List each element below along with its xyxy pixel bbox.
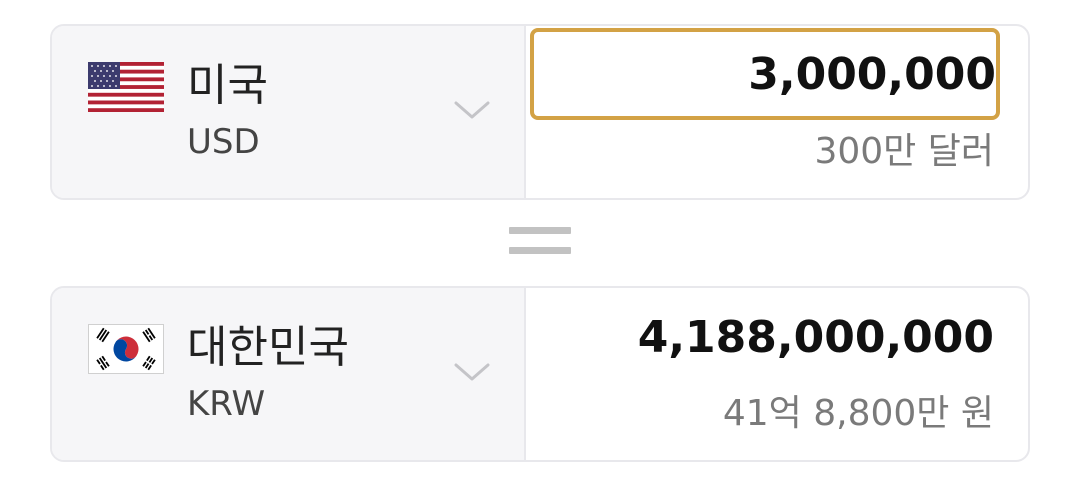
kr-flag-icon [88, 324, 164, 374]
from-amount-input[interactable] [534, 32, 996, 116]
from-amount-area: 300만 달러 [526, 26, 1028, 198]
to-country-name: 대한민국 [187, 322, 349, 373]
to-currency-code: KRW [187, 384, 266, 424]
from-amount-korean: 300만 달러 [814, 131, 994, 172]
to-currency-selector[interactable]: 대한민국 KRW [52, 288, 526, 460]
from-country-name: 미국 [187, 60, 268, 111]
to-amount-korean: 41억 8,800만 원 [722, 393, 994, 434]
chevron-down-icon[interactable] [454, 362, 490, 382]
equals-icon [509, 227, 571, 257]
to-amount-value[interactable]: 4,188,000,000 [638, 312, 994, 364]
us-flag-icon [88, 62, 164, 112]
from-currency-code: USD [187, 122, 260, 162]
from-amount-field[interactable] [530, 28, 1000, 120]
from-currency-selector[interactable]: 미국 USD [52, 26, 526, 198]
from-currency-card: 미국 USD 300만 달러 [50, 24, 1030, 200]
chevron-down-icon[interactable] [454, 100, 490, 120]
to-currency-card: 대한민국 KRW 4,188,000,000 41억 8,800만 원 [50, 286, 1030, 462]
to-amount-area: 4,188,000,000 41억 8,800만 원 [526, 288, 1028, 460]
